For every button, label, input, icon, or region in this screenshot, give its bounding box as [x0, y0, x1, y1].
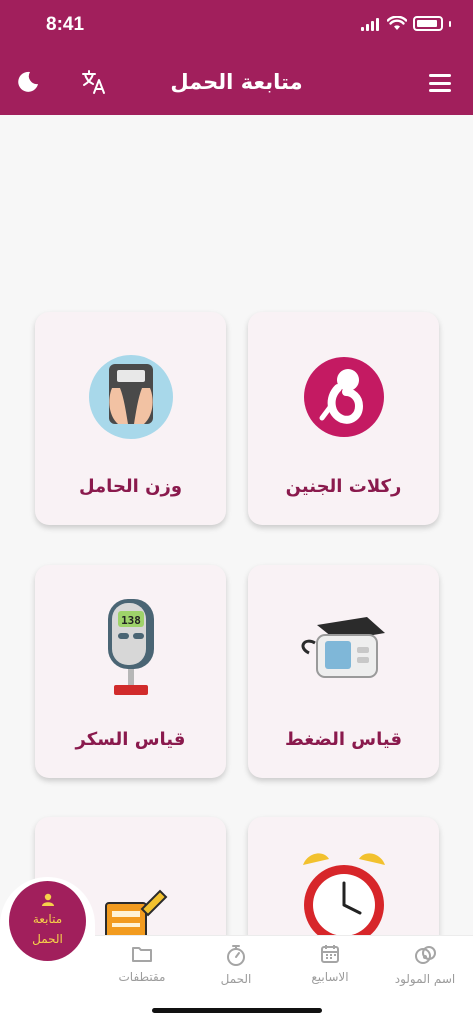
- battery-icon: [413, 16, 443, 31]
- top-app-bar: 8:41 متابعة الحمل: [0, 0, 473, 115]
- page-title: متابعة الحمل: [170, 70, 303, 94]
- card-label: قياس السكر: [75, 729, 186, 750]
- home-indicator[interactable]: [152, 1008, 322, 1013]
- card-fetal-kicks[interactable]: ركلات الجنين: [248, 312, 439, 525]
- folder-icon: [132, 947, 152, 962]
- card-blood-pressure[interactable]: قياس الضغط: [248, 565, 439, 778]
- stopwatch-icon: [227, 945, 245, 966]
- pregnancy-tracking-fab[interactable]: متابعة الحمل: [9, 881, 86, 961]
- scale-icon: [88, 355, 173, 439]
- tab-label: مقتطفات: [118, 970, 166, 984]
- fetus-icon: [303, 357, 384, 437]
- tab-weeks[interactable]: الاسابيع: [282, 944, 378, 984]
- card-label: قياس الضغط: [284, 729, 403, 750]
- blood-pressure-monitor-icon: [301, 617, 385, 678]
- card-blood-sugar[interactable]: 138 قياس السكر: [35, 565, 226, 778]
- hamburger-menu-icon[interactable]: [429, 74, 451, 92]
- tab-label: الحمل: [220, 972, 252, 986]
- glucometer-icon: 138: [107, 599, 154, 695]
- card-weight[interactable]: وزن الحامل: [35, 312, 226, 525]
- status-icons: [361, 16, 451, 31]
- card-label: وزن الحامل: [78, 476, 183, 497]
- fab-label-line1: متابعة: [32, 912, 63, 926]
- calendar-icon: [321, 945, 339, 963]
- person-icon: [41, 893, 54, 906]
- tab-label: الاسابيع: [311, 970, 349, 984]
- glucometer-reading: 138: [121, 614, 141, 627]
- fab-label-line2: الحمل: [32, 932, 63, 946]
- baby-name-icon: [415, 946, 436, 964]
- tab-excerpts[interactable]: مقتطفات: [94, 944, 190, 984]
- wifi-icon: [387, 16, 407, 30]
- tab-label: اسم المولود: [394, 972, 456, 986]
- battery-tip: [449, 20, 451, 27]
- tab-pregnancy[interactable]: الحمل: [188, 944, 284, 986]
- tab-baby-name[interactable]: اسم المولود: [377, 944, 473, 986]
- status-time: 8:41: [46, 14, 85, 35]
- signal-icon: [361, 17, 379, 31]
- card-label: ركلات الجنين: [285, 476, 402, 497]
